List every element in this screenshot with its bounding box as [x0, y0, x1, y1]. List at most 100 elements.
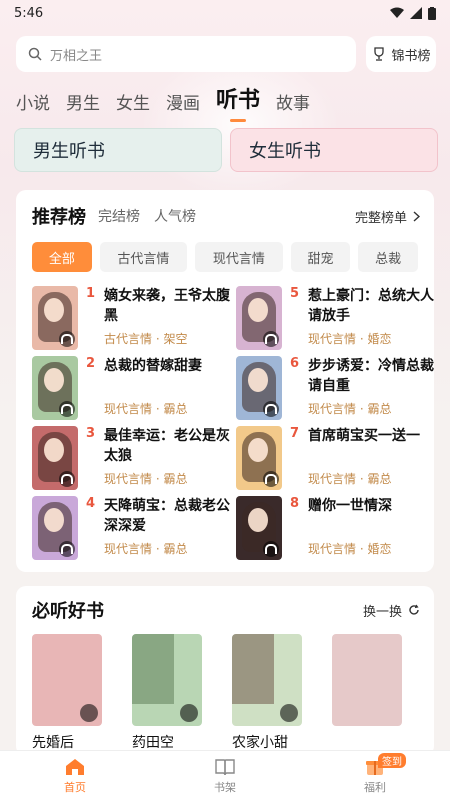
headphone-icon — [263, 471, 279, 487]
book-title: 嫡女来袭，王爷太腹黑 — [104, 288, 230, 324]
ranking-book[interactable]: 7 首席萌宝买一送一 现代言情 · 霸总 — [236, 426, 440, 490]
must-listen-book[interactable]: 农家小甜 — [232, 634, 302, 752]
book-cover — [32, 634, 102, 726]
gender-switch: 男生听书 女生听书 — [14, 128, 438, 172]
book-cover — [332, 634, 402, 726]
category-tabs: 小说 男生 女生 漫画 听书 故事 — [16, 80, 310, 122]
signal-icon — [410, 7, 422, 19]
nav-welfare[interactable]: 签到 福利 — [300, 751, 450, 800]
book-cover — [32, 426, 78, 490]
book-tags: 古代言情 · 架空 — [104, 332, 188, 346]
nav-welfare-label: 福利 — [364, 780, 386, 794]
headphone-icon — [280, 704, 298, 722]
nav-home-label: 首页 — [64, 780, 86, 794]
ranking-book[interactable]: 1 嫡女来袭，王爷太腹黑古代言情 · 架空 — [32, 286, 236, 350]
nav-bookshelf-label: 书架 — [214, 780, 236, 794]
must-listen-book[interactable]: 先婚后 — [32, 634, 102, 752]
home-icon — [66, 758, 84, 775]
search-icon — [28, 47, 42, 61]
book-title: 首席萌宝买一送一 — [308, 428, 420, 444]
lotus-decoration — [140, 50, 340, 200]
tab-popular-ranking[interactable]: 人气榜 — [154, 206, 196, 226]
book-tags: 现代言情 · 霸总 — [104, 472, 188, 486]
ranking-button[interactable]: 锦书榜 — [366, 36, 436, 72]
male-audiobook-button[interactable]: 男生听书 — [14, 128, 222, 172]
bookshelf-icon — [215, 758, 235, 775]
wifi-icon — [390, 7, 404, 18]
female-audiobook-button[interactable]: 女生听书 — [230, 128, 438, 172]
genre-filter: 全部 古代言情 现代言情 甜宠 总裁 — [16, 242, 434, 272]
ranking-button-label: 锦书榜 — [391, 48, 431, 64]
headphone-icon — [263, 331, 279, 347]
tab-audiobook[interactable]: 听书 — [216, 82, 260, 122]
ranking-book-list: 1 嫡女来袭，王爷太腹黑 古代言情 · 架空 5 惹上豪门：总统大人请放手 现代言情 ·… — [16, 272, 434, 560]
book-title: 天降萌宝：总裁老公深深爱 — [104, 498, 230, 534]
tab-story[interactable]: 故事 — [276, 89, 310, 120]
filter-ancient-romance[interactable]: 古代言情 — [99, 242, 188, 272]
rank-number: 2 — [86, 356, 96, 371]
book-cover — [236, 496, 282, 560]
nav-bookshelf[interactable]: 书架 — [150, 751, 300, 800]
ranking-book[interactable]: 2 总裁的替嫁甜妻 现代言情 · 霸总 — [32, 356, 236, 420]
rank-number: 3 — [86, 426, 96, 441]
filter-ceo[interactable]: 总裁 — [358, 242, 418, 272]
book-cover — [236, 426, 282, 490]
must-listen-list: 先婚后 药田空 农家小甜 — [16, 634, 434, 752]
status-bar: 5:46 — [0, 0, 450, 26]
full-ranking-link[interactable]: 完整榜单 — [355, 207, 420, 226]
book-title: 总裁的替嫁甜妻 — [104, 358, 202, 374]
ranking-book[interactable]: 8 赠你一世情深 现代言情 · 婚恋 — [236, 496, 440, 560]
rank-number: 5 — [290, 286, 300, 301]
full-ranking-label: 完整榜单 — [354, 210, 407, 226]
refresh-icon — [409, 604, 419, 615]
checkin-badge: 签到 — [378, 753, 406, 768]
filter-all[interactable]: 全部 — [32, 242, 92, 272]
headphone-icon — [59, 471, 75, 487]
book-title: 赠你一世情深 — [308, 498, 392, 514]
headphone-icon — [59, 401, 75, 417]
rank-number: 1 — [86, 286, 96, 301]
search-input[interactable]: 万相之王 — [16, 36, 356, 72]
tab-female[interactable]: 女生 — [116, 89, 150, 120]
rank-number: 8 — [290, 496, 300, 511]
book-cover — [132, 634, 202, 726]
ranking-book[interactable]: 3 最佳幸运：老公是灰太狼现代言情 · 霸总 — [32, 426, 236, 490]
headphone-icon — [180, 704, 198, 722]
nav-home[interactable]: 首页 — [0, 751, 150, 800]
tab-male[interactable]: 男生 — [66, 89, 100, 120]
search-row: 万相之王 锦书榜 — [16, 36, 436, 72]
must-listen-book[interactable]: 药田空 — [132, 634, 202, 752]
rank-number: 4 — [86, 496, 96, 511]
book-cover — [32, 496, 78, 560]
must-listen-header: 必听好书 换一换 — [16, 586, 434, 634]
battery-icon — [428, 6, 436, 20]
ranking-header: 推荐榜 完结榜 人气榜 完整榜单 — [16, 190, 434, 242]
book-title: 先婚后 — [32, 735, 74, 751]
status-icons — [390, 6, 436, 20]
filter-sweet[interactable]: 甜宠 — [290, 242, 351, 272]
headphone-icon — [263, 401, 279, 417]
refresh-button[interactable]: 换一换 — [363, 601, 420, 620]
ranking-book[interactable]: 6 步步诱爱：冷情总裁请自重 现代言情 · 霸总 — [236, 356, 440, 420]
book-cover — [32, 356, 78, 420]
headphone-icon — [263, 541, 279, 557]
book-cover — [236, 286, 282, 350]
book-title: 农家小甜 — [232, 735, 288, 751]
filter-modern-romance[interactable]: 现代言情 — [195, 242, 283, 272]
chevron-right-icon — [413, 210, 420, 222]
tab-novel[interactable]: 小说 — [16, 89, 50, 120]
book-cover — [232, 634, 302, 726]
headphone-icon — [59, 331, 75, 347]
tab-finished-ranking[interactable]: 完结榜 — [98, 206, 140, 226]
book-title: 步步诱爱：冷情总裁请自重 — [308, 358, 434, 394]
must-listen-book[interactable] — [332, 634, 402, 752]
ranking-book[interactable]: 5 惹上豪门：总统大人请放手 现代言情 · 婚恋 — [236, 286, 440, 350]
ranking-book[interactable]: 4 天降萌宝：总裁老公深深爱 现代言情 · 霸总 — [32, 496, 236, 560]
recommend-ranking-card: 推荐榜 完结榜 人气榜 完整榜单 全部 古代言情 现代言情 甜宠 总裁 1 嫡女来… — [16, 190, 434, 572]
tab-comic[interactable]: 漫画 — [166, 89, 200, 120]
book-tags: 现代言情 · 婚恋 — [308, 332, 392, 346]
book-tags: 现代言情 · 霸总 — [308, 402, 392, 416]
book-title: 最佳幸运：老公是灰太狼 — [104, 428, 230, 464]
rank-number: 7 — [290, 426, 300, 441]
ranking-title[interactable]: 推荐榜 — [32, 203, 86, 229]
